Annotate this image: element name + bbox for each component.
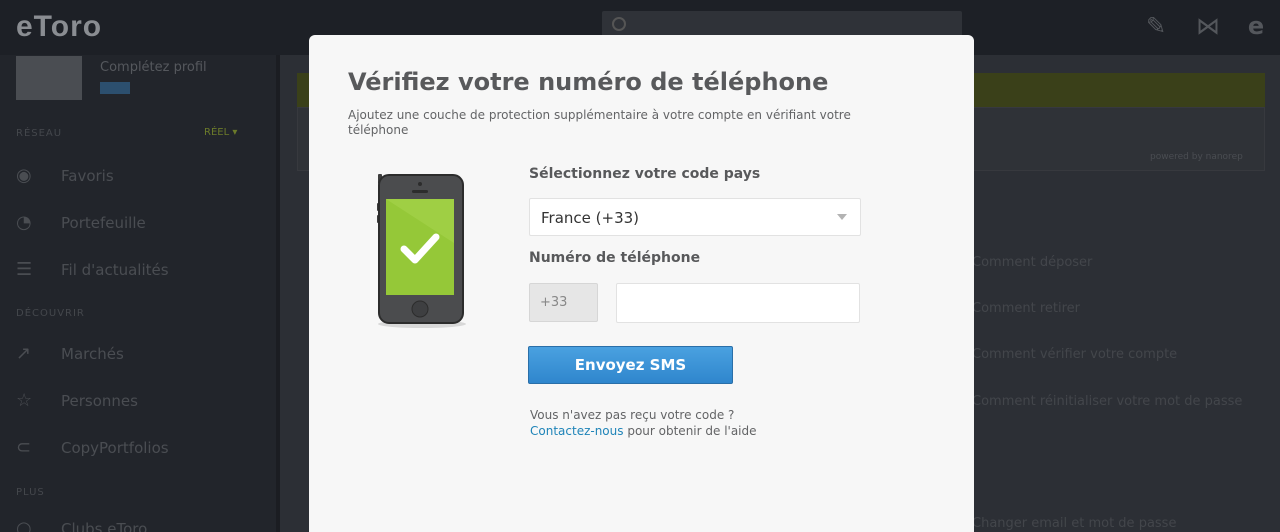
phone-prefix-box: +33 — [529, 283, 598, 322]
sidebar-item-personnes[interactable]: ☆ Personnes — [16, 390, 138, 414]
sidebar-item-label: Portefeuille — [61, 214, 146, 232]
country-code-label: Sélectionnez votre code pays — [529, 166, 761, 182]
sidebar-item-label: Marchés — [61, 345, 124, 363]
contact-help-suffix: pour obtenir de l'aide — [623, 424, 757, 438]
send-sms-button[interactable]: Envoyez SMS — [528, 346, 733, 384]
account-mode-toggle[interactable]: RÉEL ▾ — [204, 127, 237, 138]
smartphone-check-icon — [377, 174, 466, 328]
share-icon[interactable]: ⋈ — [1194, 12, 1222, 40]
country-code-select[interactable]: France (+33) — [529, 198, 861, 236]
search-icon — [612, 17, 626, 31]
pencil-icon[interactable]: ✎ — [1142, 12, 1170, 40]
club-icon: ○ — [16, 518, 32, 532]
help-link[interactable]: Comment déposer — [972, 255, 1092, 270]
contact-help-line: Contactez-nous pour obtenir de l'aide — [530, 424, 757, 438]
help-link[interactable]: Comment vérifier votre compte — [972, 347, 1177, 362]
newsfeed-icon: ☰ — [16, 259, 33, 280]
help-link[interactable]: Changer email et mot de passe — [972, 516, 1176, 531]
sidebar-item-favoris[interactable]: ◉ Favoris — [16, 165, 114, 189]
sidebar-item-copyportfolios[interactable]: ⊂ CopyPortfolios — [16, 437, 169, 461]
help-link[interactable]: Comment réinitialiser votre mot de passe — [972, 394, 1242, 409]
modal-subtitle: Ajoutez une couche de protection supplém… — [348, 108, 851, 137]
modal-title: Vérifiez votre numéro de téléphone — [348, 68, 829, 96]
trend-icon: ↗ — [16, 343, 32, 364]
sidebar-section-network: RÉSEAU — [16, 128, 63, 139]
code-not-received-text: Vous n'avez pas reçu votre code ? — [530, 408, 735, 422]
eye-icon: ◉ — [16, 165, 32, 186]
sidebar-item-fil[interactable]: ☰ Fil d'actualités — [16, 259, 169, 283]
country-code-value: France (+33) — [541, 209, 640, 227]
sidebar-section-more: PLUS — [16, 487, 45, 498]
phone-number-input[interactable] — [616, 283, 860, 323]
powered-by-label: powered by nanorep — [1150, 152, 1243, 162]
sidebar-item-label: Fil d'actualités — [61, 261, 169, 279]
chevron-down-icon — [837, 214, 847, 220]
verify-phone-modal: Vérifiez votre numéro de téléphone Ajout… — [309, 35, 974, 532]
contact-us-link[interactable]: Contactez-nous — [530, 424, 624, 438]
sidebar-item-label: CopyPortfolios — [61, 439, 169, 457]
help-link[interactable]: Comment retirer — [972, 301, 1080, 316]
sidebar-item-label: Clubs eToro — [61, 520, 148, 532]
profile-badge — [100, 82, 130, 94]
sidebar-item-clubs[interactable]: ○ Clubs eToro — [16, 518, 147, 532]
etoro-logo: eToro — [16, 10, 103, 43]
sidebar-item-label: Favoris — [61, 167, 114, 185]
sidebar-item-marches[interactable]: ↗ Marchés — [16, 343, 124, 367]
avatar[interactable] — [16, 56, 82, 100]
star-icon: ☆ — [16, 390, 33, 411]
phone-prefix: +33 — [540, 295, 568, 310]
copyportfolio-icon: ⊂ — [16, 437, 32, 458]
etoro-e-icon[interactable]: e — [1242, 12, 1270, 40]
sidebar-item-label: Personnes — [61, 392, 138, 410]
sidebar-section-discover: DÉCOUVRIR — [16, 308, 85, 319]
pie-chart-icon: ◔ — [16, 212, 32, 233]
profile-name[interactable]: Complétez profil — [100, 60, 207, 75]
sidebar-item-portefeuille[interactable]: ◔ Portefeuille — [16, 212, 146, 236]
phone-number-label: Numéro de téléphone — [529, 250, 701, 266]
